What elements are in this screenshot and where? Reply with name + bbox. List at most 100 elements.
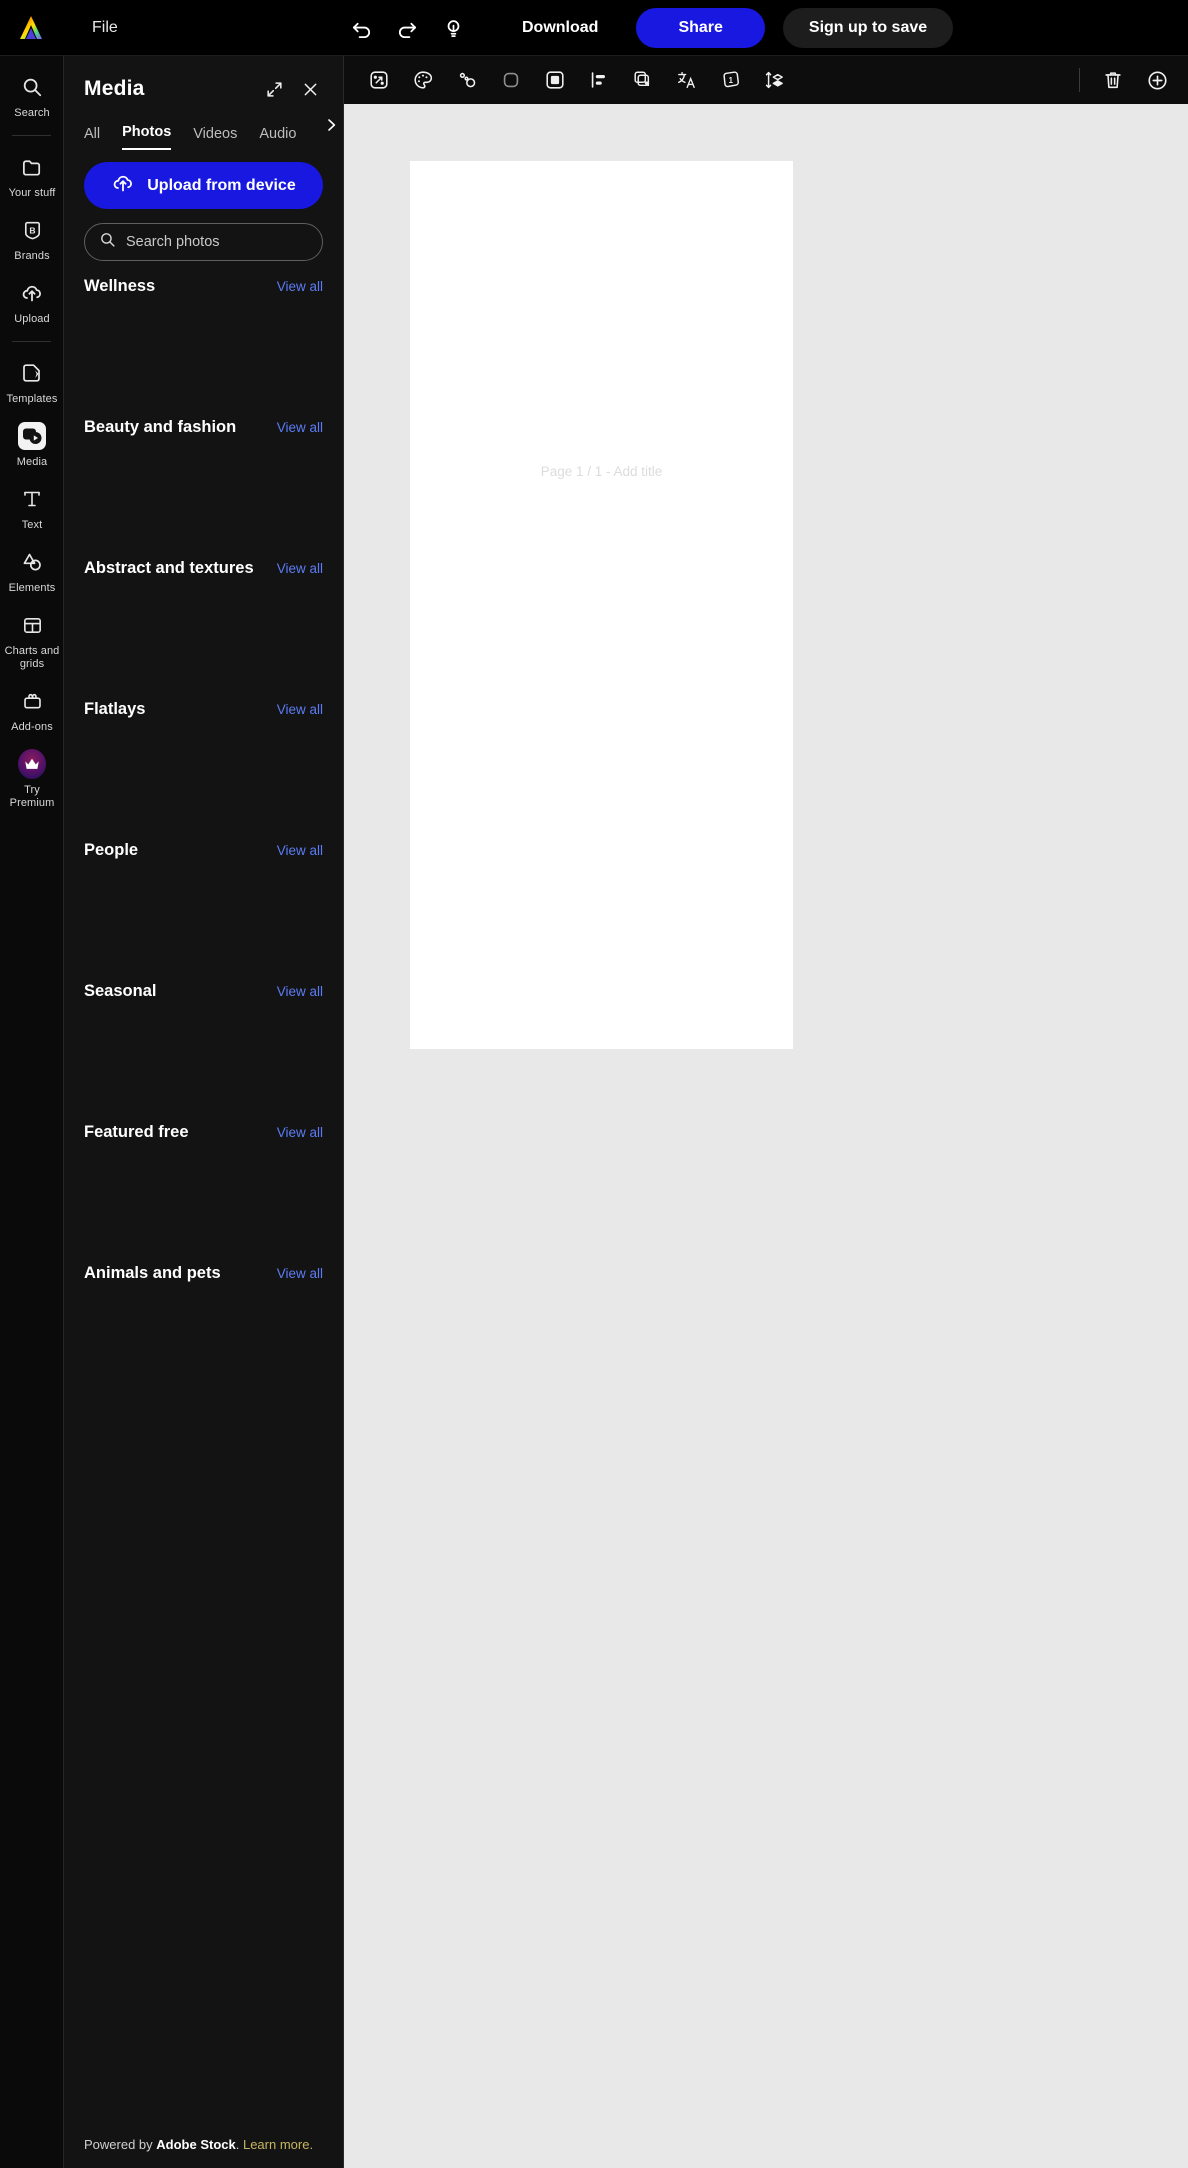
sidebar-item-media[interactable]: Media — [0, 413, 64, 476]
learn-more-link[interactable]: Learn more. — [243, 2137, 313, 2152]
sidebar-item-search[interactable]: Search — [0, 64, 64, 127]
category-title: Wellness — [84, 277, 156, 295]
view-all-link[interactable]: View all — [277, 1266, 323, 1281]
view-all-link[interactable]: View all — [277, 702, 323, 717]
duplicate-layers-icon[interactable] — [626, 63, 660, 97]
sidebar-item-upload[interactable]: Upload — [0, 270, 64, 333]
tab-photos[interactable]: Photos — [122, 124, 172, 150]
share-button[interactable]: Share — [636, 8, 765, 48]
undo-icon[interactable] — [340, 7, 382, 49]
tab-videos[interactable]: Videos — [193, 126, 237, 150]
page-number-icon[interactable]: 1 — [714, 63, 748, 97]
media-icon — [18, 422, 46, 450]
sidebar-label-brands: Brands — [14, 250, 50, 262]
rounded-square-icon[interactable] — [494, 63, 528, 97]
category-thumb-strip — [64, 863, 343, 982]
charts-grids-icon — [18, 611, 46, 639]
redo-icon[interactable] — [386, 7, 428, 49]
category-title: Animals and pets — [84, 1264, 221, 1282]
panel-title: Media — [84, 77, 145, 100]
svg-text:B: B — [29, 225, 35, 235]
panel-header: Media — [64, 56, 343, 104]
tab-audio[interactable]: Audio — [259, 126, 296, 150]
category-title: Flatlays — [84, 700, 146, 718]
sidebar-label-add-ons: Add-ons — [11, 721, 53, 733]
file-menu[interactable]: File — [82, 13, 128, 43]
category-title: Seasonal — [84, 982, 157, 1000]
resize-magic-icon[interactable] — [362, 63, 396, 97]
category-row-animals-and-pets: Animals and pets View all — [64, 1264, 343, 1286]
canvas-area[interactable]: Page 1 / 1 - Add title — [344, 104, 1188, 2168]
sidebar-item-brands[interactable]: B Brands — [0, 207, 64, 270]
align-icon[interactable] — [582, 63, 616, 97]
arrange-layers-icon[interactable] — [758, 63, 792, 97]
cloud-upload-icon — [18, 279, 46, 307]
category-row-beauty-and-fashion: Beauty and fashion View all — [64, 418, 343, 440]
search-photos-box[interactable] — [84, 223, 323, 261]
download-button[interactable]: Download — [500, 9, 620, 47]
rail-divider-1 — [12, 135, 51, 136]
sidebar-item-your-stuff[interactable]: Your stuff — [0, 144, 64, 207]
topbar-center-actions: Download Share Sign up to save — [340, 0, 954, 56]
tab-all[interactable]: All — [84, 126, 100, 150]
sidebar-item-charts-and-grids[interactable]: Charts and grids — [0, 602, 64, 678]
footer-prefix: Powered by — [84, 2137, 157, 2152]
category-thumb-strip — [64, 581, 343, 700]
left-rail: Search Your stuff B Brands Upload Templa… — [0, 56, 64, 2168]
sidebar-item-templates[interactable]: Templates — [0, 350, 64, 413]
close-x-icon[interactable] — [295, 74, 325, 104]
svg-text:1: 1 — [729, 76, 734, 85]
sidebar-label-try-premium: Try Premium — [9, 784, 55, 809]
text-t-icon — [18, 485, 46, 513]
search-icon — [18, 73, 46, 101]
sidebar-item-try-premium[interactable]: Try Premium — [0, 741, 64, 817]
view-all-link[interactable]: View all — [277, 984, 323, 999]
panel-header-actions — [259, 74, 325, 104]
category-row-featured-free: Featured free View all — [64, 1123, 343, 1145]
trash-icon[interactable] — [1096, 63, 1130, 97]
sidebar-item-text[interactable]: Text — [0, 476, 64, 539]
sidebar-label-media: Media — [16, 456, 48, 468]
color-palette-icon[interactable] — [406, 63, 440, 97]
sidebar-label-templates: Templates — [6, 393, 58, 405]
top-bar: File Download Share Sign up to save — [0, 0, 1188, 56]
sidebar-item-elements[interactable]: Elements — [0, 539, 64, 602]
expand-diagonal-icon[interactable] — [259, 74, 289, 104]
crown-icon-wrapper — [18, 749, 46, 779]
chevron-right-icon[interactable] — [323, 117, 339, 138]
upload-button-label: Upload from device — [147, 176, 296, 194]
panel-tabs: All Photos Videos Audio — [64, 104, 343, 150]
frame-icon[interactable] — [538, 63, 572, 97]
animate-icon[interactable] — [450, 63, 484, 97]
view-all-link[interactable]: View all — [277, 420, 323, 435]
view-all-link[interactable]: View all — [277, 1125, 323, 1140]
upload-from-device-button[interactable]: Upload from device — [84, 162, 323, 209]
category-row-people: People View all — [64, 841, 343, 863]
canvas-toolbar: 1 — [344, 56, 1188, 104]
cloud-upload-icon — [111, 171, 135, 200]
category-thumb-strip — [64, 722, 343, 841]
sidebar-item-add-ons[interactable]: Add-ons — [0, 678, 64, 741]
adobe-express-logo[interactable] — [14, 11, 48, 45]
view-all-link[interactable]: View all — [277, 843, 323, 858]
category-title: Featured free — [84, 1123, 189, 1141]
search-input[interactable] — [126, 234, 313, 250]
crown-icon — [18, 749, 46, 779]
category-thumb-strip — [64, 1145, 343, 1264]
view-all-link[interactable]: View all — [277, 561, 323, 576]
canvas-toolbar-right — [1073, 63, 1188, 97]
toolbar-divider — [1079, 68, 1080, 92]
lightbulb-icon[interactable] — [432, 7, 474, 49]
sidebar-label-text: Text — [21, 519, 43, 531]
view-all-link[interactable]: View all — [277, 279, 323, 294]
media-panel: Media All Photos Videos Audio Upload fro… — [64, 56, 344, 2168]
category-thumb-strip — [64, 1004, 343, 1123]
add-page-icon[interactable] — [1140, 63, 1174, 97]
search-icon — [99, 231, 116, 253]
brands-shield-icon: B — [18, 216, 46, 244]
signup-to-save-button[interactable]: Sign up to save — [782, 8, 954, 48]
footer-middle: . — [235, 2137, 243, 2152]
footer-brand: Adobe Stock — [156, 2137, 236, 2152]
translate-icon[interactable] — [670, 63, 704, 97]
design-page[interactable] — [410, 161, 793, 1049]
